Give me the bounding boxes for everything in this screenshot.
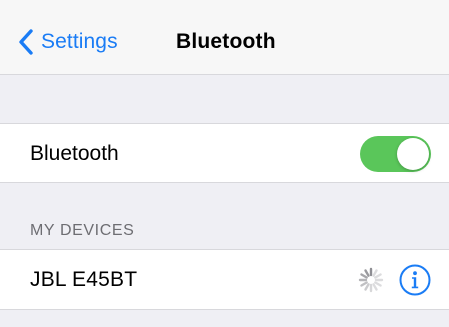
section-spacer-bottom: [0, 310, 449, 327]
my-devices-section-header: MY DEVICES: [30, 222, 135, 239]
page-title: Bluetooth: [176, 30, 276, 53]
navigation-bar: Settings Bluetooth: [0, 0, 449, 75]
back-button-label: Settings: [41, 30, 118, 53]
section-spacer: [0, 75, 449, 123]
device-name: JBL E45BT: [30, 268, 138, 291]
device-row-jbl-e45bt[interactable]: JBL E45BT: [0, 249, 449, 310]
bluetooth-label: Bluetooth: [30, 142, 119, 165]
bluetooth-toggle-row: Bluetooth: [0, 123, 449, 183]
toggle-knob: [397, 138, 429, 170]
info-icon[interactable]: [399, 264, 431, 296]
chevron-left-icon: [18, 29, 33, 55]
back-button[interactable]: Settings: [18, 26, 118, 58]
loading-spinner-icon: [358, 267, 384, 293]
bluetooth-toggle[interactable]: [360, 136, 431, 172]
